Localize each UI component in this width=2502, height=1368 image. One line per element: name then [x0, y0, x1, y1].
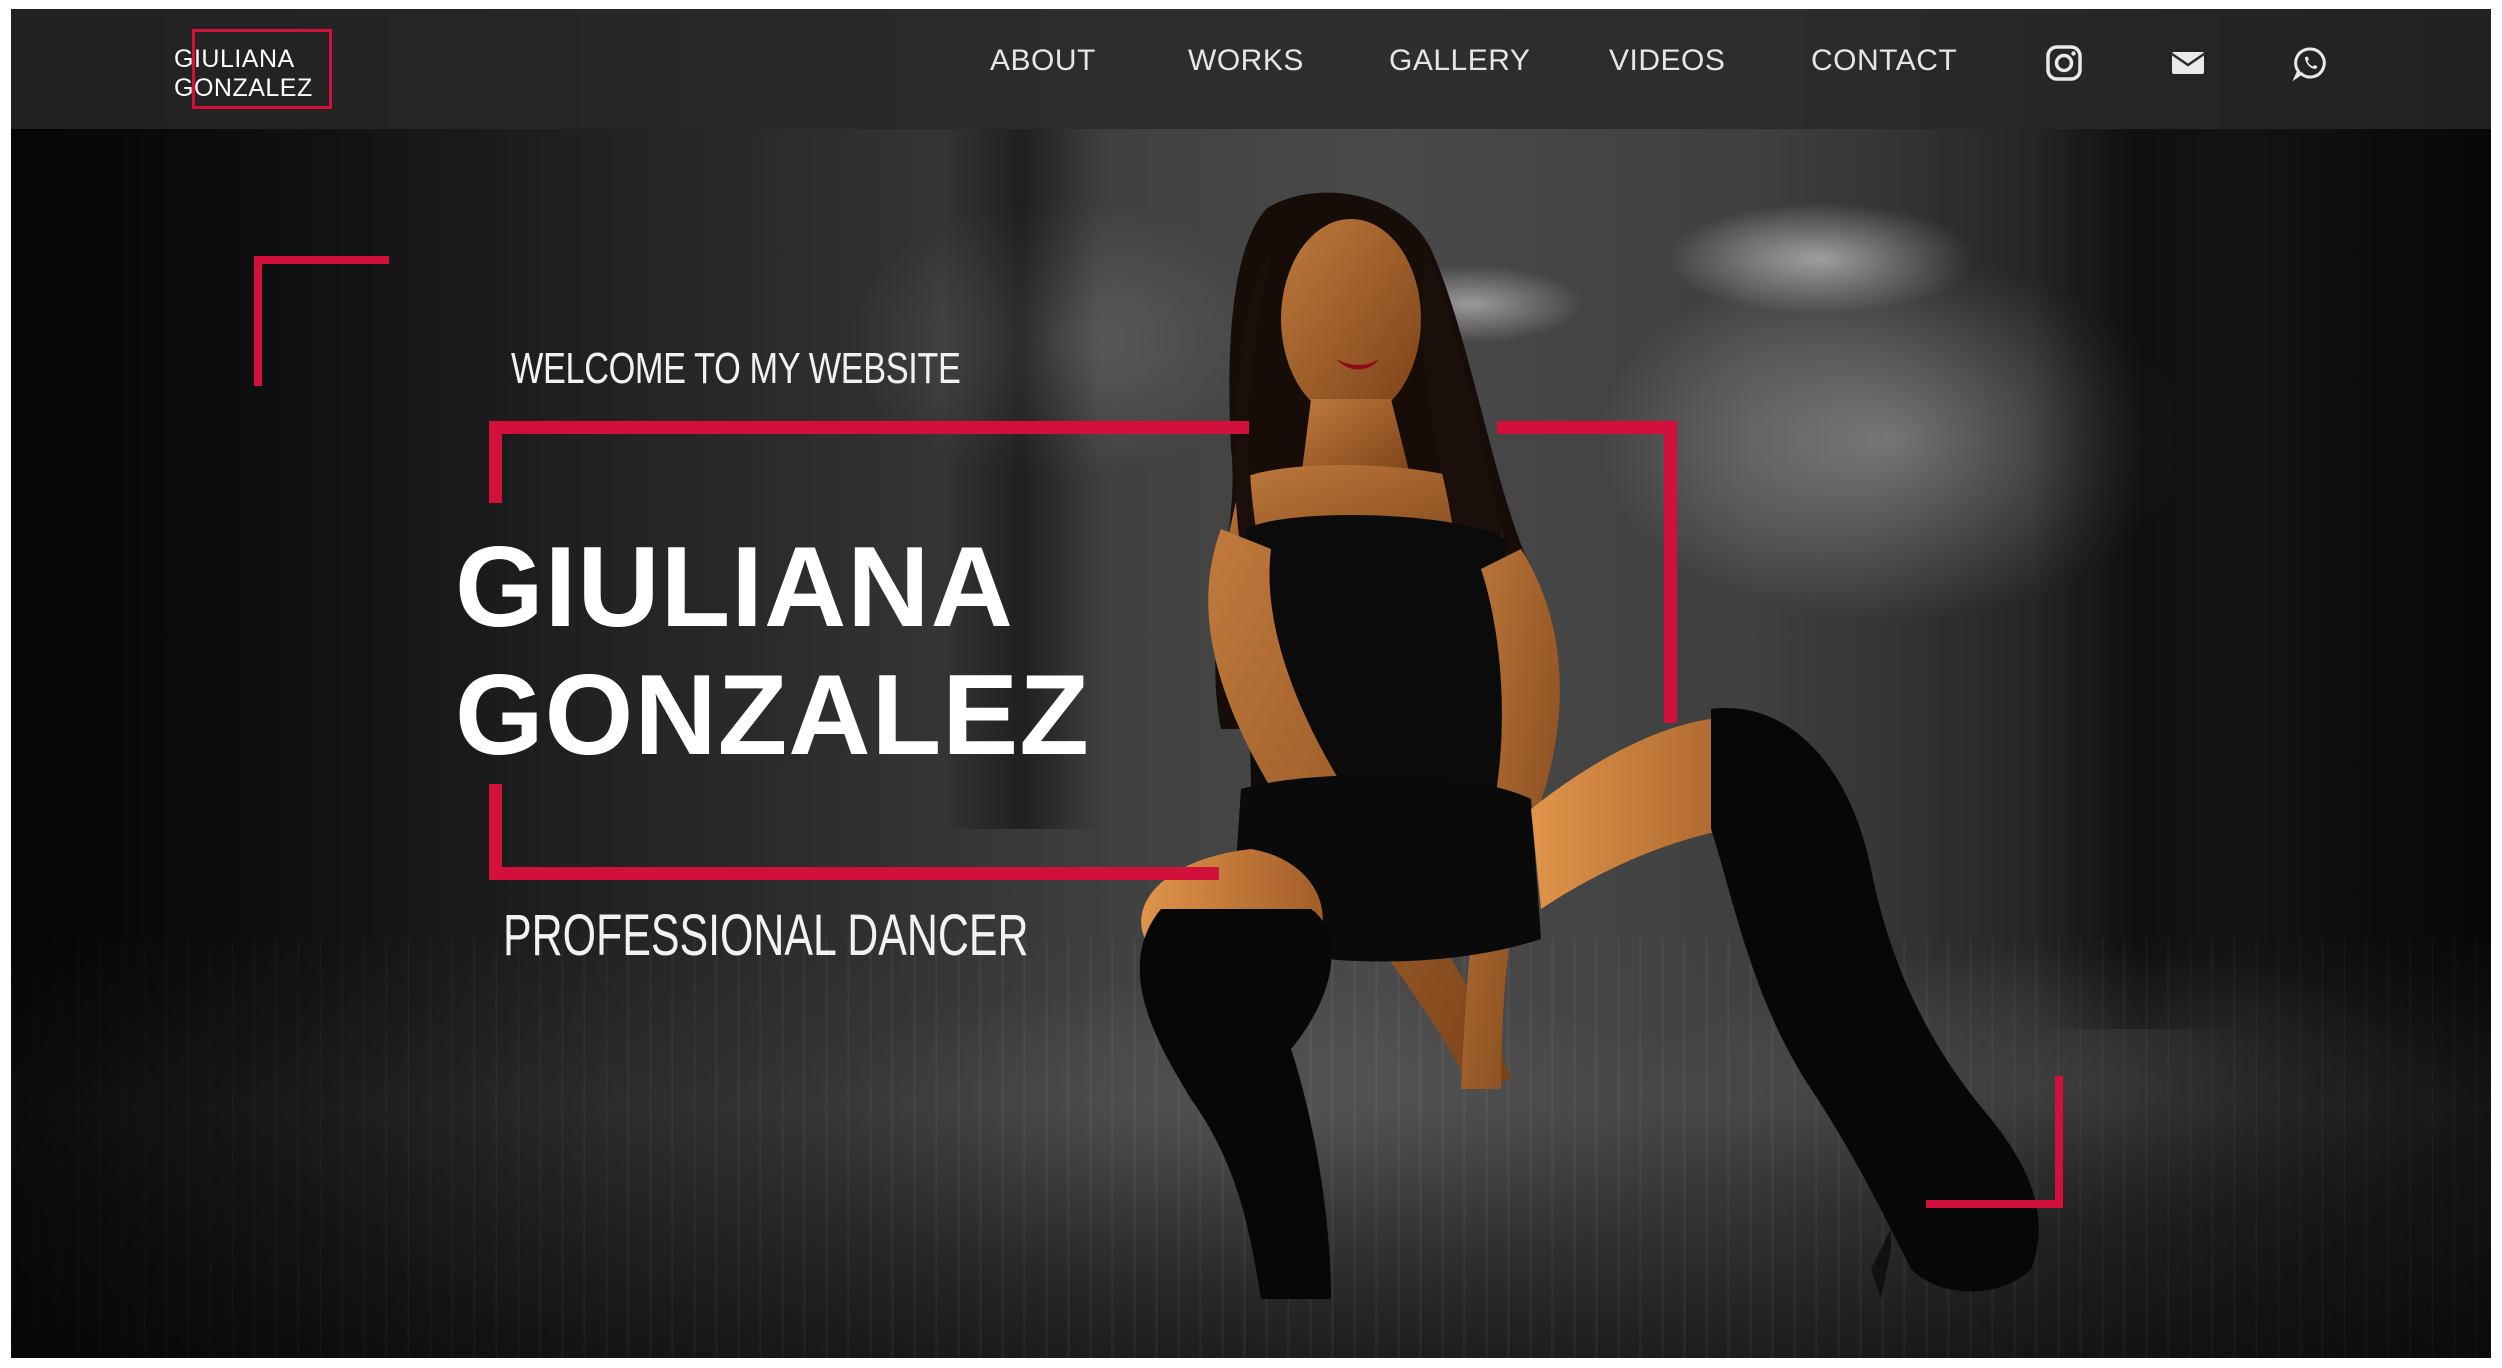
instagram-icon[interactable] — [2044, 43, 2084, 83]
accent-corner-bottom-right — [2055, 1076, 2063, 1208]
hero-title-last-name: GONZALEZ — [455, 652, 1090, 779]
dancer-photo — [1139, 192, 2039, 1299]
whatsapp-icon[interactable] — [2290, 43, 2330, 83]
nav-link-gallery[interactable]: GALLERY — [1389, 44, 1530, 78]
nav-link-videos[interactable]: VIDEOS — [1609, 44, 1725, 78]
hero-subtitle: PROFESSIONAL DANCER — [503, 903, 1029, 968]
welcome-text: WELCOME TO MY WEBSITE — [511, 344, 961, 393]
accent-corner-bottom-right — [1926, 1200, 2063, 1208]
site-logo[interactable]: GIULIANA GONZALEZ — [174, 29, 354, 113]
nav-link-about[interactable]: ABOUT — [990, 44, 1096, 78]
accent-frame-top-right — [1497, 421, 1677, 434]
top-navigation: GIULIANA GONZALEZ ABOUT WORKS GALLERY VI… — [11, 9, 2491, 129]
nav-link-contact[interactable]: CONTACT — [1811, 44, 1957, 78]
mail-icon[interactable] — [2168, 43, 2208, 83]
hero-title-first-name: GIULIANA — [455, 524, 1014, 651]
website-frame: GIULIANA GONZALEZ ABOUT WORKS GALLERY VI… — [11, 9, 2491, 1358]
accent-frame-right — [1664, 421, 1677, 723]
hero-title: GIULIANA GONZALEZ — [455, 524, 1090, 780]
accent-frame-bottom — [489, 867, 1219, 880]
nav-link-works[interactable]: WORKS — [1188, 44, 1304, 78]
logo-text: GIULIANA GONZALEZ — [174, 45, 313, 102]
accent-corner-top-left — [254, 256, 262, 386]
accent-frame-top-left — [489, 421, 1249, 434]
accent-frame-left-lower — [489, 784, 502, 880]
accent-frame-left-upper — [489, 421, 502, 503]
accent-corner-top-left — [254, 256, 389, 264]
